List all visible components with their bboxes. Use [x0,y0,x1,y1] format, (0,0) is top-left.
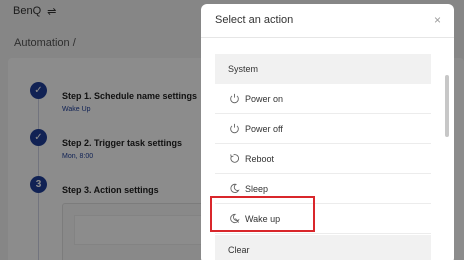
dialog-header: Select an action × [201,4,454,36]
action-reboot[interactable]: Reboot [215,144,431,174]
action-wake-up[interactable]: Wake up [215,204,431,234]
reboot-icon [229,153,240,164]
section-system: System [215,54,431,84]
action-label: Power on [245,93,284,104]
action-label: Sleep [245,183,269,194]
dialog-title: Select an action [215,14,294,26]
action-list: System Power on Power off Reboot Sleep W… [201,37,454,260]
moon-icon [229,183,240,194]
action-label: Wake up [245,213,281,224]
action-power-off[interactable]: Power off [215,114,431,144]
power-icon [229,93,240,104]
action-sleep[interactable]: Sleep [215,174,431,204]
wake-icon [229,213,240,224]
action-label: Power off [245,123,283,134]
select-action-dialog: Select an action × System Power on Power… [201,4,454,260]
action-power-on[interactable]: Power on [215,84,431,114]
scrollbar-thumb[interactable] [445,75,449,137]
action-label: Reboot [245,153,275,164]
power-icon [229,123,240,134]
close-icon[interactable]: × [434,14,441,26]
section-clear: Clear [215,235,431,260]
